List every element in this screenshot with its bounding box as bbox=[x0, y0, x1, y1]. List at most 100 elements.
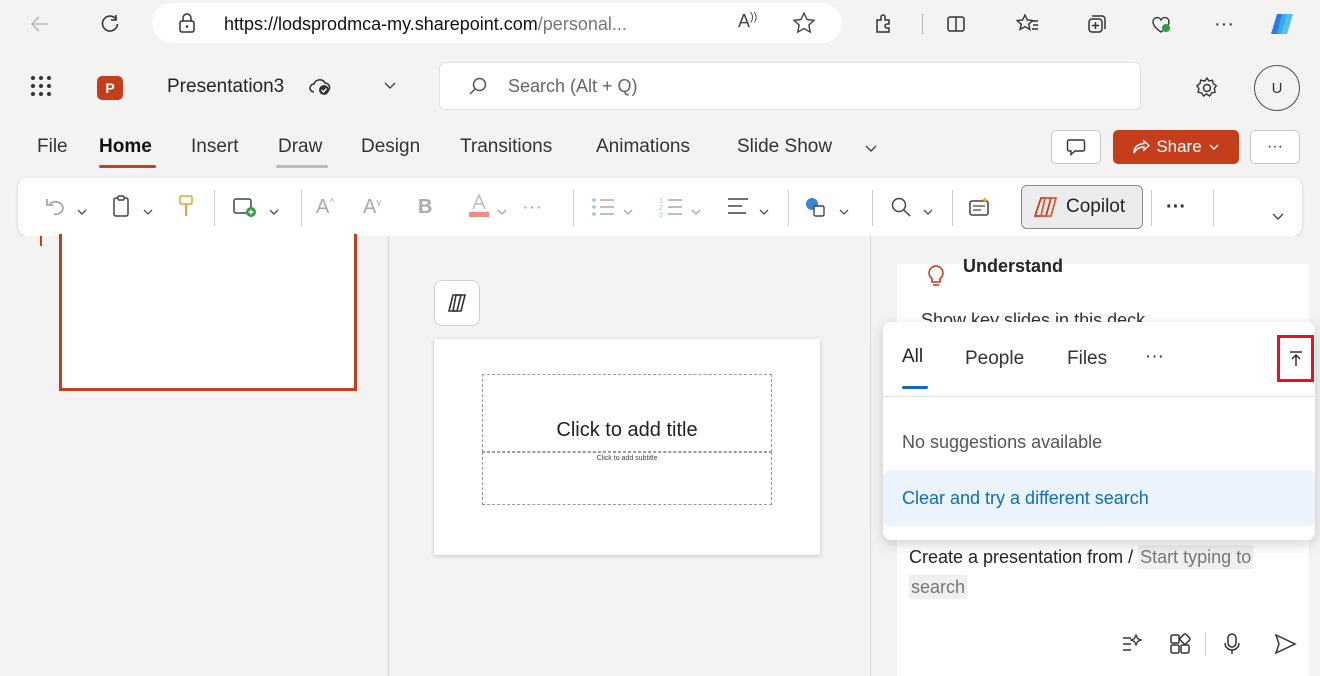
find-icon[interactable] bbox=[890, 196, 912, 224]
tab-draw[interactable]: Draw bbox=[278, 136, 322, 158]
more-options-icon[interactable]: ··· bbox=[1208, 8, 1240, 40]
mention-suggestions-popup: All People Files ··· No suggestions avai… bbox=[883, 322, 1315, 540]
search-placeholder: Search (Alt + Q) bbox=[508, 76, 638, 96]
bold-icon[interactable]: B bbox=[418, 196, 432, 219]
toolbar-divider bbox=[214, 190, 215, 226]
copilot-prompt-area[interactable]: Create a presentation from / Start typin… bbox=[897, 526, 1309, 676]
slide-thumbnail-1[interactable] bbox=[59, 234, 357, 391]
align-text-icon[interactable] bbox=[726, 196, 750, 222]
app-launcher-icon[interactable] bbox=[30, 75, 52, 102]
increase-font-size-icon[interactable]: A^ bbox=[316, 196, 334, 219]
tab-design[interactable]: Design bbox=[361, 136, 420, 158]
chevron-down-icon[interactable] bbox=[383, 78, 397, 97]
document-name[interactable]: Presentation3 bbox=[167, 76, 284, 98]
shapes-chevron-icon[interactable] bbox=[838, 201, 850, 224]
tab-transitions[interactable]: Transitions bbox=[460, 136, 552, 158]
favorites-icon[interactable] bbox=[1012, 8, 1044, 40]
clipboard-icon[interactable] bbox=[111, 194, 131, 224]
cloud-saved-icon bbox=[309, 76, 331, 101]
apps-grid-icon[interactable] bbox=[1168, 632, 1192, 661]
back-arrow-icon[interactable] bbox=[24, 8, 56, 40]
toolbar-divider bbox=[788, 190, 789, 226]
dropdown-divider bbox=[883, 396, 1315, 397]
browser-toolbar: https://lodsprodmca-my.sharepoint.com/pe… bbox=[0, 0, 1320, 48]
bullets-icon[interactable] bbox=[590, 196, 616, 224]
dropdown-tab-people[interactable]: People bbox=[965, 348, 1024, 370]
tab-file[interactable]: File bbox=[37, 136, 68, 158]
send-icon[interactable] bbox=[1273, 632, 1297, 661]
bullets-chevron-icon[interactable] bbox=[622, 201, 634, 224]
retry-search-label[interactable]: Clear and try a different search bbox=[902, 488, 1149, 509]
format-painter-icon[interactable] bbox=[178, 194, 194, 224]
new-slide-icon[interactable] bbox=[232, 196, 258, 224]
url-text[interactable]: https://lodsprodmca-my.sharepoint.com/pe… bbox=[224, 14, 627, 35]
search-box[interactable]: Search (Alt + Q) bbox=[439, 62, 1141, 110]
title-placeholder-box[interactable]: Click to add title bbox=[482, 374, 772, 452]
find-chevron-icon[interactable] bbox=[922, 201, 934, 224]
more-tabs-chevron-icon[interactable] bbox=[864, 141, 878, 160]
lightbulb-icon bbox=[925, 264, 947, 295]
font-color-chevron-icon[interactable] bbox=[496, 201, 508, 224]
designer-icon[interactable] bbox=[968, 196, 992, 224]
avatar[interactable]: U bbox=[1254, 65, 1300, 111]
app-title-bar: P Presentation3 Search (Alt + Q) U bbox=[6, 50, 1320, 120]
microphone-icon[interactable] bbox=[1222, 632, 1242, 661]
browser-essentials-icon[interactable] bbox=[1145, 8, 1177, 40]
address-bar[interactable]: https://lodsprodmca-my.sharepoint.com/pe… bbox=[152, 3, 842, 43]
expand-ribbon-chevron-icon[interactable] bbox=[1271, 206, 1285, 229]
slide-canvas[interactable]: Click to add title Click to add subtitle bbox=[434, 339, 820, 555]
align-chevron-icon[interactable] bbox=[758, 201, 770, 224]
numbering-icon[interactable]: 123 bbox=[658, 196, 684, 224]
share-button[interactable]: Share bbox=[1113, 130, 1239, 164]
dropdown-tab-files[interactable]: Files bbox=[1067, 348, 1107, 370]
more-font-options-icon[interactable]: ··· bbox=[522, 196, 542, 219]
tab-home[interactable]: Home bbox=[99, 136, 152, 158]
active-tab-indicator bbox=[99, 165, 156, 168]
comments-button[interactable] bbox=[1051, 130, 1101, 164]
shapes-icon[interactable] bbox=[804, 196, 830, 224]
comment-icon bbox=[1066, 139, 1086, 156]
copilot-slide-button[interactable] bbox=[434, 280, 480, 326]
ribbon-toolbar: A^ Av B ··· 123 Copilot ··· bbox=[18, 178, 1302, 236]
slide-number-marker bbox=[40, 236, 42, 246]
dropdown-more-tabs[interactable]: ··· bbox=[1145, 346, 1164, 368]
extensions-icon[interactable] bbox=[868, 8, 900, 40]
copilot-prompt-text[interactable]: Create a presentation from / Start typin… bbox=[909, 542, 1319, 602]
lock-icon[interactable] bbox=[178, 13, 196, 38]
powerpoint-logo-icon: P bbox=[97, 76, 123, 100]
copilot-button[interactable]: Copilot bbox=[1021, 185, 1143, 229]
numbering-chevron-icon[interactable] bbox=[690, 201, 702, 224]
undo-dropdown-chevron-icon[interactable] bbox=[76, 201, 88, 224]
collapse-to-top-button[interactable] bbox=[1277, 335, 1314, 382]
dropdown-tab-all[interactable]: All bbox=[902, 346, 923, 368]
svg-text:2: 2 bbox=[659, 205, 663, 212]
copilot-icon bbox=[1033, 197, 1058, 217]
refresh-icon[interactable] bbox=[94, 8, 126, 40]
prompt-guide-icon[interactable] bbox=[1119, 632, 1143, 661]
search-icon bbox=[468, 76, 488, 101]
paste-dropdown-chevron-icon[interactable] bbox=[142, 201, 154, 224]
read-aloud-icon[interactable]: A)) bbox=[738, 11, 757, 32]
tab-animations[interactable]: Animations bbox=[596, 136, 690, 158]
arrow-up-to-top-icon bbox=[1289, 350, 1302, 366]
settings-gear-icon[interactable] bbox=[1195, 76, 1219, 105]
copilot-section-title: Understand bbox=[963, 256, 1064, 276]
collections-icon[interactable] bbox=[1080, 8, 1112, 40]
toolbar-divider bbox=[872, 190, 873, 226]
retry-search-option[interactable]: Clear and try a different search bbox=[883, 470, 1315, 526]
more-options-button[interactable]: ··· bbox=[1250, 130, 1300, 164]
tab-insert[interactable]: Insert bbox=[191, 136, 239, 158]
undo-icon[interactable] bbox=[44, 196, 66, 222]
new-slide-chevron-icon[interactable] bbox=[268, 201, 280, 224]
favorite-star-icon[interactable] bbox=[792, 11, 816, 40]
decrease-font-size-icon[interactable]: Av bbox=[363, 196, 381, 219]
svg-text:3: 3 bbox=[659, 212, 663, 218]
split-screen-icon[interactable] bbox=[940, 8, 972, 40]
font-color-icon[interactable] bbox=[468, 192, 490, 224]
copilot-browser-icon[interactable] bbox=[1266, 8, 1298, 40]
tab-slide-show[interactable]: Slide Show bbox=[737, 136, 832, 158]
copilot-icon bbox=[447, 294, 467, 312]
more-commands-icon[interactable]: ··· bbox=[1166, 196, 1186, 219]
slide-subtitle-placeholder: Click to add subtitle bbox=[596, 455, 658, 462]
subtitle-placeholder-box[interactable]: Click to add subtitle bbox=[482, 452, 772, 505]
